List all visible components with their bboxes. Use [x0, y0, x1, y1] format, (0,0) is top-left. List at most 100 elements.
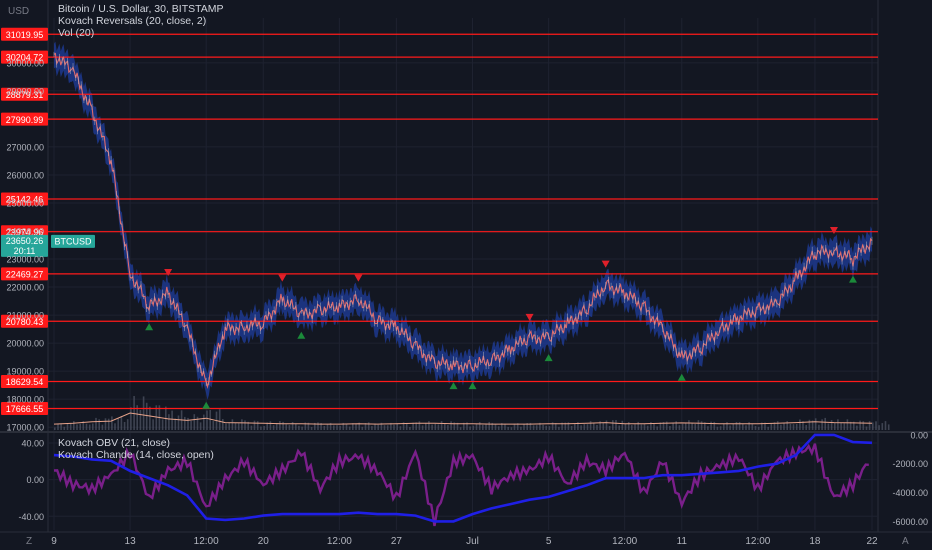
volume-bar [504, 423, 506, 430]
volume-bar [545, 425, 547, 430]
auto-scale-icon[interactable]: A [902, 536, 909, 547]
lower-right-tick-label: -2000.00 [892, 459, 928, 469]
lower-left-tick-label: 0.00 [26, 475, 44, 485]
y-tick-label: 19000.00 [6, 367, 44, 377]
volume-bar [339, 425, 341, 430]
volume-bar [697, 420, 700, 430]
volume-bar [684, 423, 687, 430]
volume-bar [799, 419, 801, 430]
indicator-obv-label[interactable]: Kovach OBV (21, close) [58, 437, 214, 449]
volume-bar [472, 425, 475, 430]
volume-bar [348, 426, 351, 430]
volume-bar [605, 420, 608, 430]
x-tick-label: 9 [51, 536, 57, 547]
volume-bar [681, 423, 684, 430]
x-tick-label: 12:00 [194, 536, 219, 547]
volume-bar [656, 426, 658, 430]
indicator-chande-label[interactable]: Kovach Chande (14, close, open) [58, 449, 214, 461]
volume-bar [482, 424, 484, 430]
volume-bar [586, 424, 589, 430]
y-tick-label: 26000.00 [6, 170, 44, 180]
volume-bar [301, 426, 303, 430]
volume-bar [383, 425, 386, 430]
volume-bar [111, 416, 113, 430]
up-arrow-marker [202, 401, 211, 409]
volume-bar [54, 427, 56, 430]
volume-bar [510, 427, 513, 430]
volume-bar [98, 419, 100, 430]
down-arrow-marker [354, 274, 363, 282]
volume-bar [770, 423, 773, 430]
volume-bar [310, 427, 313, 430]
volatility-band [54, 41, 872, 400]
volume-bar [805, 425, 807, 430]
volume-bar [745, 425, 747, 430]
up-arrow-marker [544, 354, 553, 362]
volume-bar [237, 423, 240, 430]
level-label: 18629.54 [6, 377, 44, 387]
volume-bar [710, 421, 712, 430]
volume-bar [88, 424, 91, 430]
volume-bar [333, 425, 335, 430]
volume-bar [386, 425, 389, 430]
timezone-icon[interactable]: Z [26, 536, 32, 547]
volume-bar [532, 425, 535, 430]
x-tick-label: 20 [258, 536, 270, 547]
volume-bar [184, 416, 186, 430]
legend-main: Bitcoin / U.S. Dollar, 30, BITSTAMP Kova… [58, 3, 224, 39]
y-tick-label: 27000.00 [6, 142, 44, 152]
volume-bar [548, 426, 551, 430]
volume-bar [282, 421, 284, 430]
volume-bar [85, 423, 88, 430]
down-arrow-marker [601, 260, 610, 268]
volume-bar [814, 418, 817, 430]
volume-bar [418, 421, 421, 430]
volume-bar [846, 419, 849, 430]
volume-bar [256, 421, 259, 430]
volume-bar [126, 419, 129, 430]
volume-bar [345, 424, 348, 430]
volume-bar [437, 424, 440, 430]
volume-bar [624, 423, 627, 430]
volume-bar [69, 423, 72, 430]
last-price-label: 23650.26 [6, 236, 44, 246]
volume-bar [336, 425, 338, 430]
down-arrow-marker [164, 269, 173, 277]
volume-bar [57, 423, 59, 430]
volume-bar [558, 426, 560, 430]
indicator-volume-label[interactable]: Vol (20) [58, 27, 224, 39]
indicator-reversals-label[interactable]: Kovach Reversals (20, close, 2) [58, 15, 224, 27]
volume-bar [231, 419, 234, 430]
volume-bar [818, 424, 820, 430]
volume-bar [431, 424, 433, 430]
volume-bar [425, 422, 427, 430]
volume-bar [593, 423, 595, 430]
volume-bar [475, 423, 478, 430]
volume-bar [707, 426, 709, 430]
volume-bar [209, 410, 211, 430]
volume-bar [494, 424, 497, 430]
volume-bar [757, 426, 760, 430]
volume-bar [260, 426, 262, 430]
volume-bar [120, 416, 123, 430]
volume-bar [253, 420, 256, 430]
volume-bar [63, 426, 66, 430]
y-tick-label: 17000.00 [6, 423, 44, 433]
y-tick-label: 20000.00 [6, 339, 44, 349]
chart[interactable]: 31019.9530204.7228879.3127990.9925142.46… [0, 0, 932, 550]
volume-bar [694, 424, 696, 430]
volume-bar [222, 419, 224, 430]
x-tick-label: 12:00 [745, 536, 770, 547]
volume-bar [393, 424, 395, 430]
volume-bar [421, 425, 424, 430]
level-label: 17666.55 [6, 404, 44, 414]
down-arrow-marker [278, 274, 287, 282]
currency-label: USD [8, 6, 30, 17]
volume-bar [228, 422, 230, 430]
volume-bar [190, 420, 192, 430]
volume-bar [776, 421, 779, 430]
symbol-title[interactable]: Bitcoin / U.S. Dollar, 30, BITSTAMP [58, 3, 224, 15]
volume-bar [589, 421, 592, 430]
volume-bar [272, 425, 275, 430]
volume-bar [488, 421, 490, 430]
